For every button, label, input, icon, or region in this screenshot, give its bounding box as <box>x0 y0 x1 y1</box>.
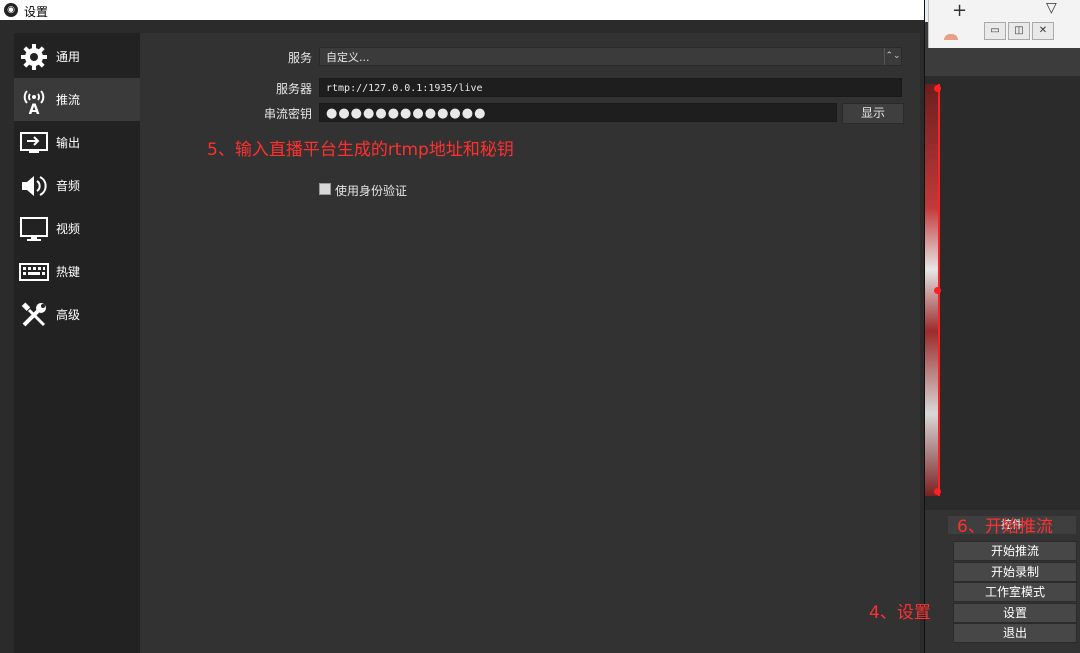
sidebar-item-video[interactable]: 视频 <box>14 207 140 250</box>
sidebar-item-label: 视频 <box>56 222 81 236</box>
monitor-icon <box>18 213 50 245</box>
output-monitor-icon <box>18 127 50 159</box>
speaker-icon <box>18 170 50 202</box>
start-stream-button[interactable]: 开始推流 <box>953 541 1077 561</box>
use-auth-label: 使用身份验证 <box>335 184 408 198</box>
server-label: 服务器 <box>275 82 312 96</box>
obs-logo-icon: ◉ <box>4 3 18 17</box>
transform-handle[interactable] <box>934 488 941 495</box>
sidebar-item-label: 热键 <box>56 265 81 279</box>
skin-icon[interactable]: ▽ <box>1046 0 1057 16</box>
service-value: 自定义... <box>326 51 370 64</box>
sidebar-item-label: 高级 <box>56 308 81 322</box>
show-key-button[interactable]: 显示 <box>842 103 904 124</box>
svg-text:A: A <box>29 102 40 115</box>
transform-handle[interactable] <box>934 287 941 294</box>
broadcast-antenna-icon: A <box>18 84 50 116</box>
settings-button[interactable]: 设置 <box>953 603 1077 623</box>
minimize-icon[interactable]: ▭ <box>984 22 1006 40</box>
sidebar-item-label: 推流 <box>56 93 81 107</box>
stream-key-input[interactable]: ●●●●●●●●●●●●● <box>319 103 837 122</box>
annotation-step4: 4、设置 <box>869 603 931 623</box>
window-controls: ▭ ◫ ✕ <box>984 22 1054 40</box>
keyboard-icon <box>18 256 50 288</box>
obs-main-toolbar <box>924 48 1080 76</box>
service-dropdown[interactable]: 自定义... ⌃⌄ <box>319 47 902 66</box>
stream-key-label: 串流密钥 <box>263 107 312 121</box>
dropdown-arrow-icon: ⌃⌄ <box>884 48 901 65</box>
start-record-button[interactable]: 开始录制 <box>953 562 1077 582</box>
transform-handle[interactable] <box>934 85 941 92</box>
sidebar-item-audio[interactable]: 音频 <box>14 164 140 207</box>
settings-sidebar: 通用 A 推流 输出 音频 视频 热键 高级 <box>14 33 140 653</box>
close-icon[interactable]: ✕ <box>1032 22 1054 40</box>
sidebar-item-label: 音频 <box>56 179 81 193</box>
sidebar-item-label: 输出 <box>56 136 81 150</box>
annotation-step5: 5、输入直播平台生成的rtmp地址和秘钥 <box>207 140 514 160</box>
exit-button[interactable]: 退出 <box>953 623 1077 643</box>
annotation-step6: 6、开始推流 <box>957 517 1053 537</box>
sidebar-item-hotkeys[interactable]: 热键 <box>14 250 140 293</box>
dialog-titlebar[interactable]: ◉ 设置 <box>0 0 924 20</box>
settings-content <box>140 33 920 653</box>
new-tab-icon[interactable]: + <box>952 0 967 21</box>
sidebar-item-advanced[interactable]: 高级 <box>14 293 140 336</box>
sidebar-item-general[interactable]: 通用 <box>14 35 140 78</box>
tools-icon <box>18 299 50 331</box>
server-input[interactable]: rtmp://127.0.0.1:1935/live <box>319 78 902 97</box>
sidebar-item-stream[interactable]: A 推流 <box>14 78 140 121</box>
sidebar-item-label: 通用 <box>56 50 81 64</box>
logo-mark <box>944 34 958 40</box>
gear-icon <box>18 41 50 73</box>
use-auth-checkbox[interactable] <box>319 183 331 195</box>
settings-dialog: ◉ 设置 通用 A 推流 输出 音频 视频 热键 高级 服务 自定义... ⌃⌄… <box>0 0 925 653</box>
sidebar-item-output[interactable]: 输出 <box>14 121 140 164</box>
dialog-title: 设置 <box>24 5 49 19</box>
restore-icon[interactable]: ◫ <box>1008 22 1030 40</box>
studio-mode-button[interactable]: 工作室模式 <box>953 582 1077 602</box>
service-label: 服务 <box>287 51 312 65</box>
